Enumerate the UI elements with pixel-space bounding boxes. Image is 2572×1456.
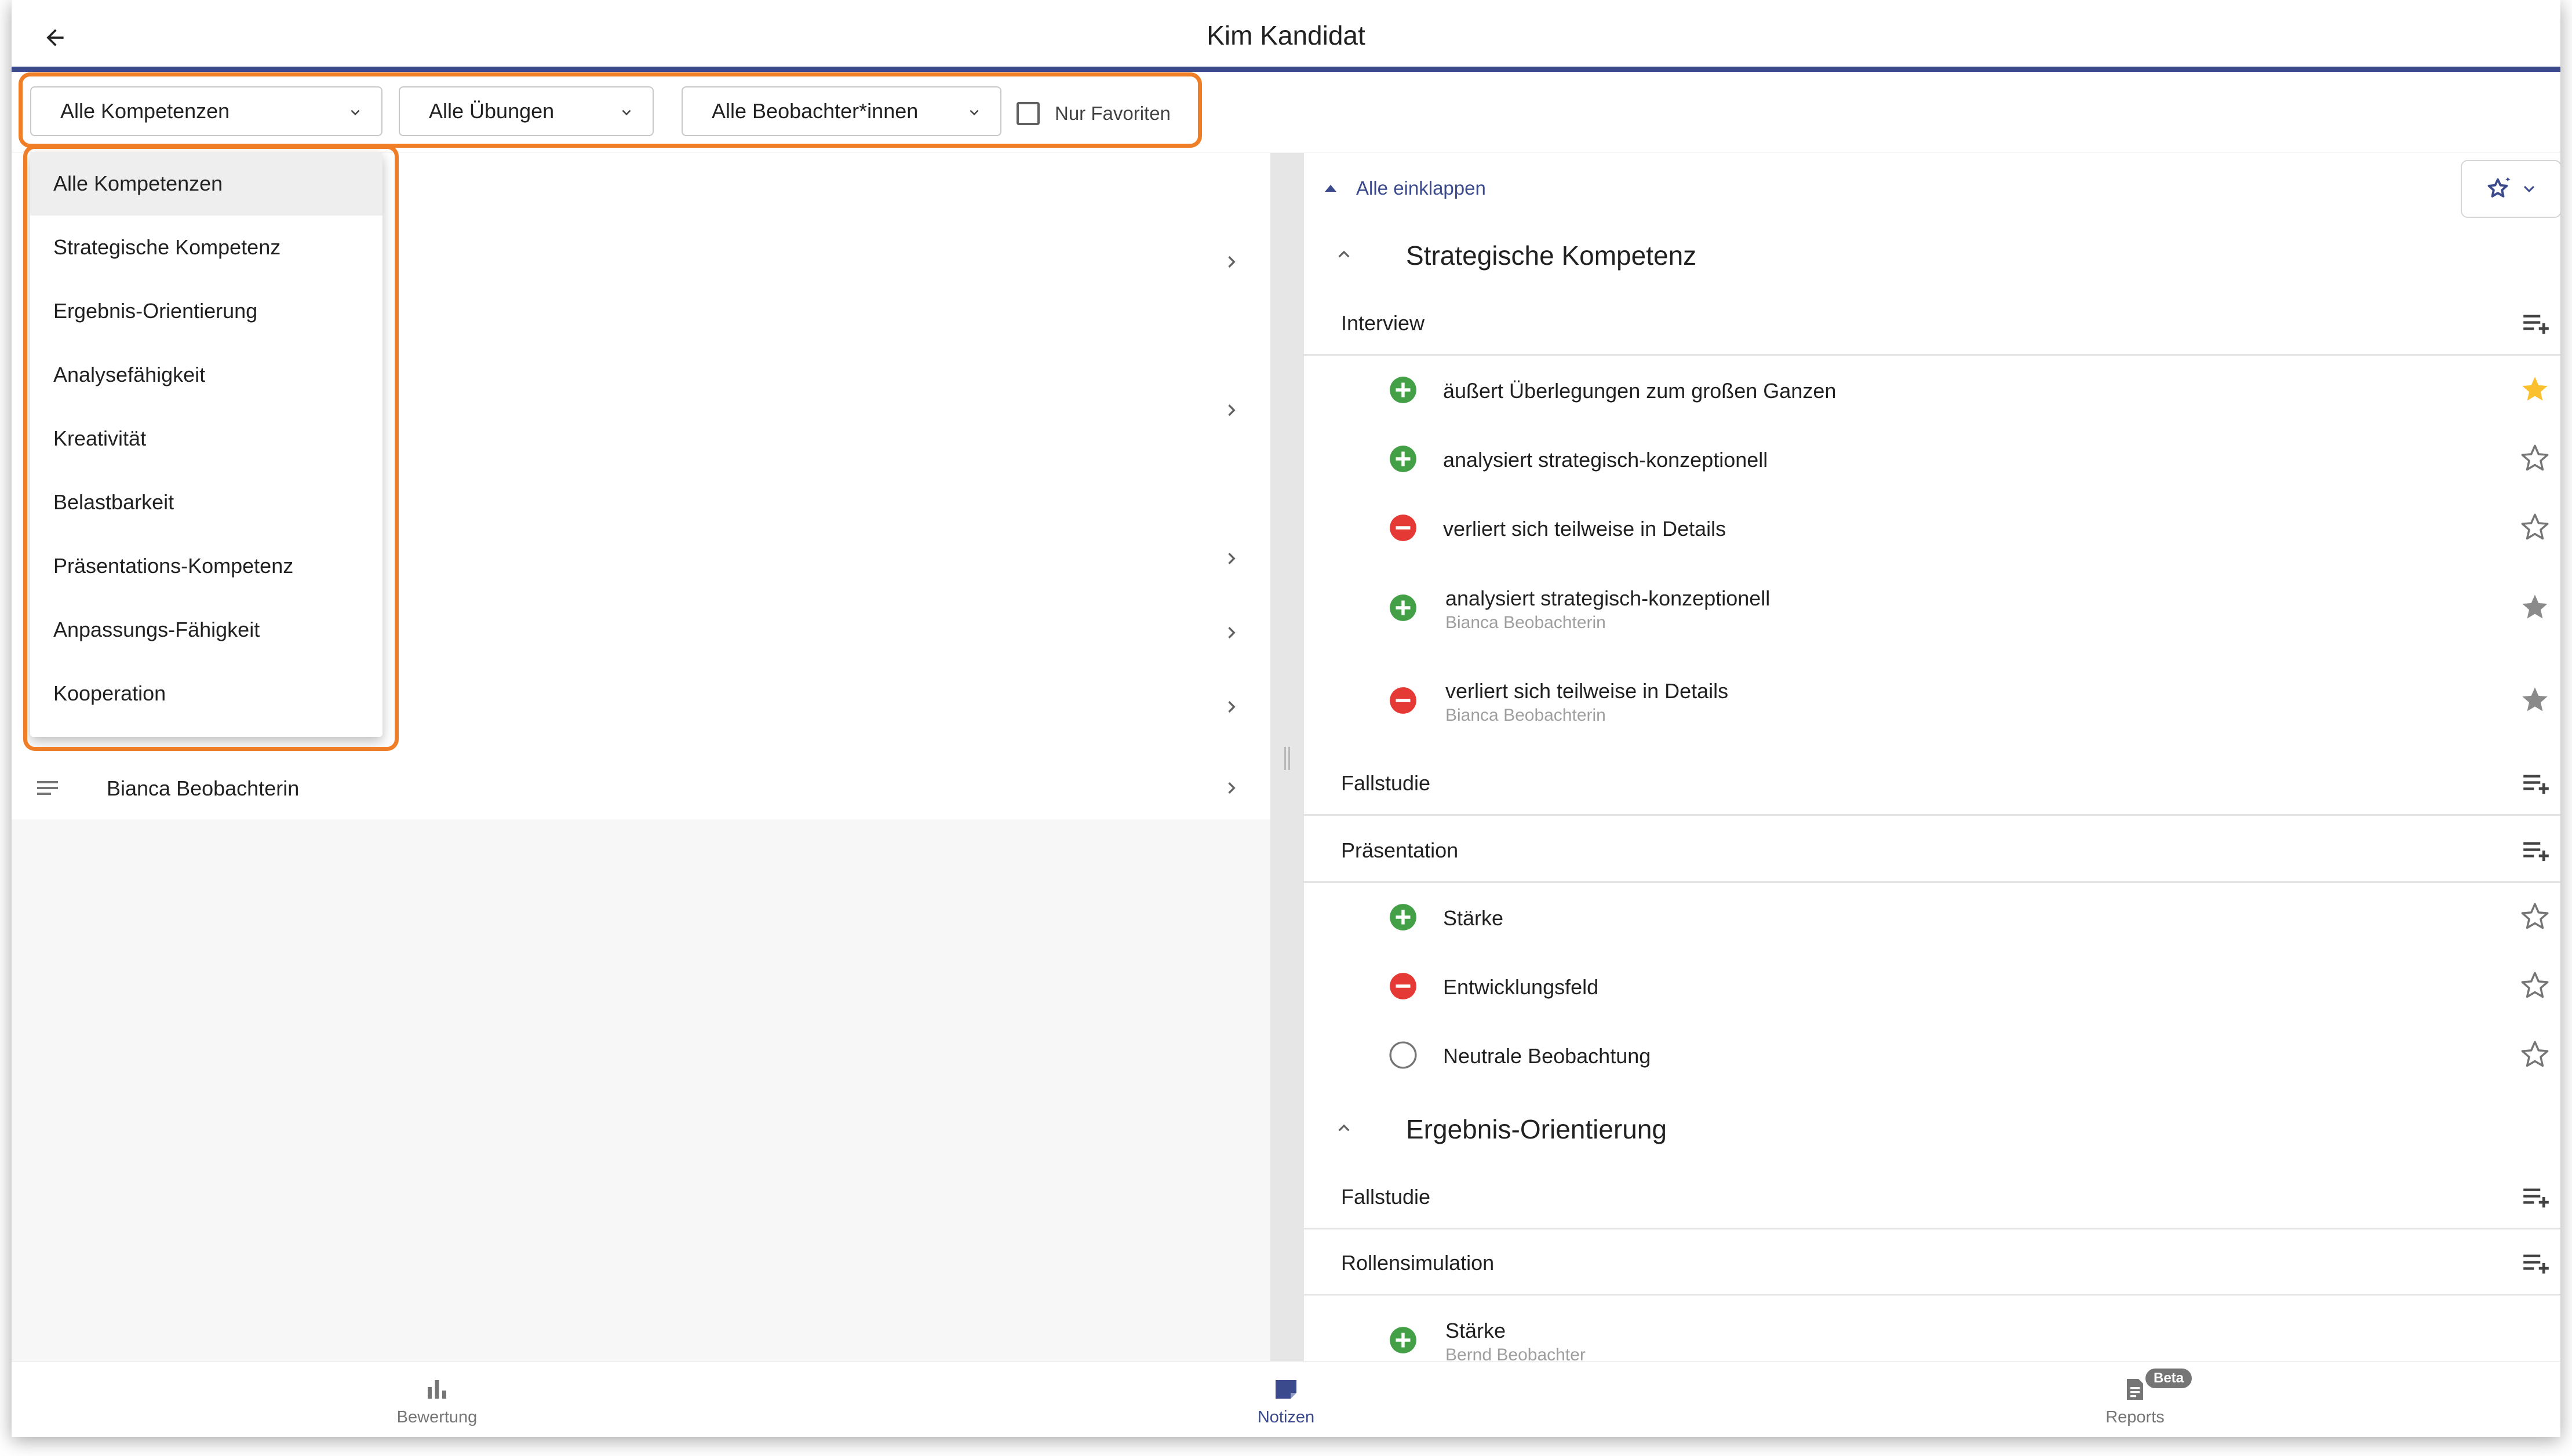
favorite-filter-menu-button[interactable] [2461,160,2560,218]
observer-name: Bernd Beobachter [1445,1345,1586,1361]
observation-text: analysiert strategisch-konzeptionell [1443,448,1768,472]
exercise-name: Fallstudie [1341,1185,1431,1209]
observation-item[interactable]: Neutrale Beobachtung [1304,1021,2560,1089]
competency-section-header[interactable]: Ergebnis-Orientierung [1304,1096,2560,1160]
competency-section-header[interactable]: Strategische Kompetenz [1304,222,2560,286]
exercise-row: Fallstudie [1304,1163,2560,1229]
star-outline-icon[interactable] [2520,443,2550,473]
chevron-right-icon[interactable] [1220,621,1243,644]
drag-handle-icon [1284,747,1290,770]
observation-item[interactable]: Stärke Bernd Beobachter [1304,1299,2560,1361]
star-outline-icon[interactable] [2520,512,2550,542]
exercise-name: Präsentation [1341,838,1459,862]
observer-name: Bianca Beobachterin [1445,613,1606,632]
observation-text: Neutrale Beobachtung [1443,1044,1651,1068]
star-icon[interactable] [2520,592,2550,622]
nav-bewertung[interactable]: Bewertung [321,1362,553,1437]
beta-badge: Beta [2145,1369,2192,1388]
playlist-add-icon[interactable] [2522,772,2550,795]
observation-item[interactable]: verliert sich teilweise in Details Bianc… [1304,659,2560,740]
page-title: Kim Kandidat [1207,20,1365,50]
exercise-name: Fallstudie [1341,771,1431,795]
observations-pane: Alle einklappen Strategische Kompetenz I… [1304,153,2560,1361]
observation-item[interactable]: Entwicklungsfeld [1304,952,2560,1020]
bar-chart-icon [428,1380,446,1399]
collapse-all-button[interactable]: Alle einklappen [1325,174,1486,203]
chevron-right-icon [1228,782,1236,794]
star-outline-icon[interactable] [2520,970,2550,1001]
app-header: Kim Kandidat [12,0,2560,72]
nav-label: Notizen [1257,1408,1315,1426]
pane-splitter[interactable] [1270,153,1304,1361]
nav-notizen[interactable]: Notizen [1170,1362,1402,1437]
chevron-right-icon[interactable] [1220,695,1243,718]
star-outline-icon[interactable] [2520,902,2550,932]
plus-circle-icon [1390,594,1416,621]
observation-item[interactable]: analysiert strategisch-konzeptionell [1304,425,2560,493]
star-outline-icon[interactable] [2520,1039,2550,1070]
playlist-add-icon[interactable] [2522,1185,2550,1209]
nav-reports[interactable]: Beta Reports [2019,1362,2251,1437]
observer-name: Bianca Beobachterin [1445,706,1606,725]
notes-icon [1276,1380,1296,1399]
plus-circle-icon [1390,1327,1416,1353]
competency-title: Strategische Kompetenz [1406,240,1697,271]
menu-highlight-frame [23,145,399,751]
list-item[interactable]: Bianca Beobachterin [12,756,1270,819]
chevron-down-icon [2524,185,2534,192]
exercise-row: Interview [1304,290,2560,356]
minus-circle-icon [1390,514,1416,541]
bottom-navigation: Bewertung Notizen Beta Reports [12,1361,2560,1437]
exercise-name: Rollensimulation [1341,1251,1495,1275]
notes-lines-icon [37,781,58,795]
plus-circle-icon [1390,446,1416,472]
app-window: Kim Kandidat Alle Kompetenzen Alle Übung… [12,0,2560,1437]
triangle-up-icon [1325,185,1336,192]
nav-label: Bewertung [396,1408,478,1426]
plus-circle-icon [1390,377,1416,403]
collapse-all-label: Alle einklappen [1356,177,1486,199]
chevron-right-icon[interactable] [1220,250,1243,273]
exercise-row: Fallstudie [1304,750,2560,816]
observation-text: Stärke [1445,1319,1506,1342]
filters-highlight-frame [19,72,1202,148]
chevron-right-icon[interactable] [1220,399,1243,422]
neutral-circle-icon [1389,1041,1417,1069]
observation-text: Stärke [1443,906,1504,930]
filter-bar: Alle Kompetenzen Alle Übungen Alle Beoba… [12,72,2560,152]
observation-text: äußert Überlegungen zum großen Ganzen [1443,379,1837,403]
playlist-add-icon[interactable] [2522,312,2550,335]
star-sparkle-icon [2487,177,2511,198]
observation-item[interactable]: äußert Überlegungen zum großen Ganzen [1304,356,2560,424]
star-filled-icon[interactable] [2520,374,2550,404]
observation-text: analysiert strategisch-konzeptionell [1445,586,1770,610]
observation-text: verliert sich teilweise in Details [1445,679,1729,703]
report-icon [2127,1379,2143,1400]
playlist-add-icon[interactable] [2522,839,2550,862]
observation-item[interactable]: Stärke [1304,883,2560,951]
minus-circle-icon [1390,687,1416,714]
competency-title: Ergebnis-Orientierung [1406,1114,1667,1144]
chevron-up-icon [1338,250,1350,258]
exercise-row: Rollensimulation [1304,1229,2560,1296]
exercise-row: Präsentation [1304,817,2560,883]
observation-text: verliert sich teilweise in Details [1443,517,1726,541]
exercise-name: Interview [1341,311,1425,335]
playlist-add-icon[interactable] [2522,1251,2550,1275]
plus-circle-icon [1390,904,1416,930]
chevron-right-icon[interactable] [1220,547,1243,570]
nav-label: Reports [2105,1408,2165,1426]
observation-item[interactable]: analysiert strategisch-konzeptionell Bia… [1304,567,2560,648]
observation-item[interactable]: verliert sich teilweise in Details [1304,494,2560,562]
chevron-up-icon [1338,1124,1350,1132]
observation-text: Entwicklungsfeld [1443,975,1599,999]
star-icon[interactable] [2520,685,2550,715]
observer-name: Bianca Beobachterin [107,776,300,800]
minus-circle-icon [1390,973,1416,999]
